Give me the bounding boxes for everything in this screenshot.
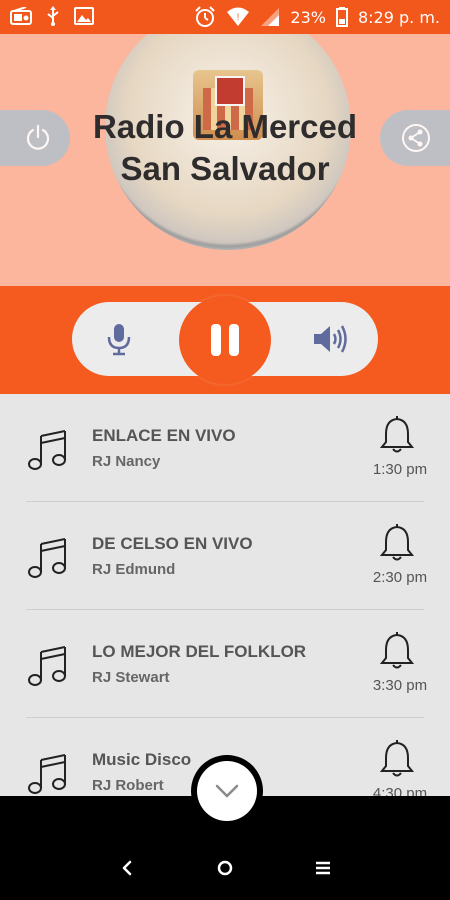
collapse-button[interactable] xyxy=(191,755,263,827)
recents-icon[interactable] xyxy=(303,848,343,888)
status-bar: ! 23% 8:29 p. m. xyxy=(0,0,450,34)
signal-icon xyxy=(261,8,280,26)
chevron-down-icon xyxy=(215,784,239,798)
program-title: ENLACE EN VIVO xyxy=(92,426,236,445)
volume-icon[interactable] xyxy=(312,322,348,356)
program-title: DE CELSO EN VIVO xyxy=(92,534,253,553)
battery-percent: 23% xyxy=(290,7,326,27)
status-left-icons xyxy=(10,6,94,26)
svg-text:!: ! xyxy=(237,12,240,22)
program-title: LO MEJOR DEL FOLKLOR xyxy=(92,642,307,661)
pause-icon xyxy=(211,324,221,356)
list-item[interactable]: ENLACE EN VIVO RJ Nancy 1:30 pm xyxy=(0,394,450,502)
alarm-icon xyxy=(195,6,216,27)
bell-icon[interactable] xyxy=(380,416,414,454)
share-button[interactable] xyxy=(380,110,450,166)
power-button[interactable] xyxy=(0,110,70,166)
list-item[interactable]: LO MEJOR DEL FOLKLOR RJ Stewart 3:30 pm xyxy=(0,610,450,718)
microphone-icon[interactable] xyxy=(102,322,136,356)
bell-icon[interactable] xyxy=(380,524,414,562)
program-title: Music Disco xyxy=(92,750,192,769)
wifi-icon: ! xyxy=(227,7,250,26)
usb-icon xyxy=(47,6,59,26)
radio-icon xyxy=(10,7,32,25)
program-time: 4:30 pm xyxy=(372,785,428,796)
program-host: RJ Nancy xyxy=(92,453,161,470)
clock: 8:29 p. m. xyxy=(357,7,440,27)
status-right-icons: ! 23% 8:29 p. m. xyxy=(194,6,440,28)
share-icon xyxy=(402,124,430,152)
power-icon xyxy=(26,124,50,150)
schedule-list: ENLACE EN VIVO RJ Nancy 1:30 pm DE CELSO… xyxy=(0,394,450,796)
station-title-line2: San Salvador xyxy=(120,150,330,187)
bell-icon[interactable] xyxy=(380,632,414,670)
home-icon[interactable] xyxy=(205,848,245,888)
program-host: RJ Robert xyxy=(92,777,164,794)
battery-icon xyxy=(335,7,348,27)
station-header: Radio La Merced San Salvador xyxy=(0,34,450,286)
program-time: 1:30 pm xyxy=(372,461,428,478)
program-host: RJ Edmund xyxy=(92,561,176,578)
back-icon[interactable] xyxy=(106,848,146,888)
program-time: 2:30 pm xyxy=(372,569,428,586)
bell-icon[interactable] xyxy=(380,740,414,778)
pause-button[interactable] xyxy=(179,296,271,384)
music-note-icon xyxy=(28,430,66,470)
program-time: 3:30 pm xyxy=(372,677,428,694)
list-item[interactable]: DE CELSO EN VIVO RJ Edmund 2:30 pm xyxy=(0,502,450,610)
image-icon xyxy=(74,7,94,25)
music-note-icon xyxy=(28,538,66,578)
music-note-icon xyxy=(28,754,66,794)
music-note-icon xyxy=(28,646,66,686)
program-host: RJ Stewart xyxy=(92,669,170,686)
